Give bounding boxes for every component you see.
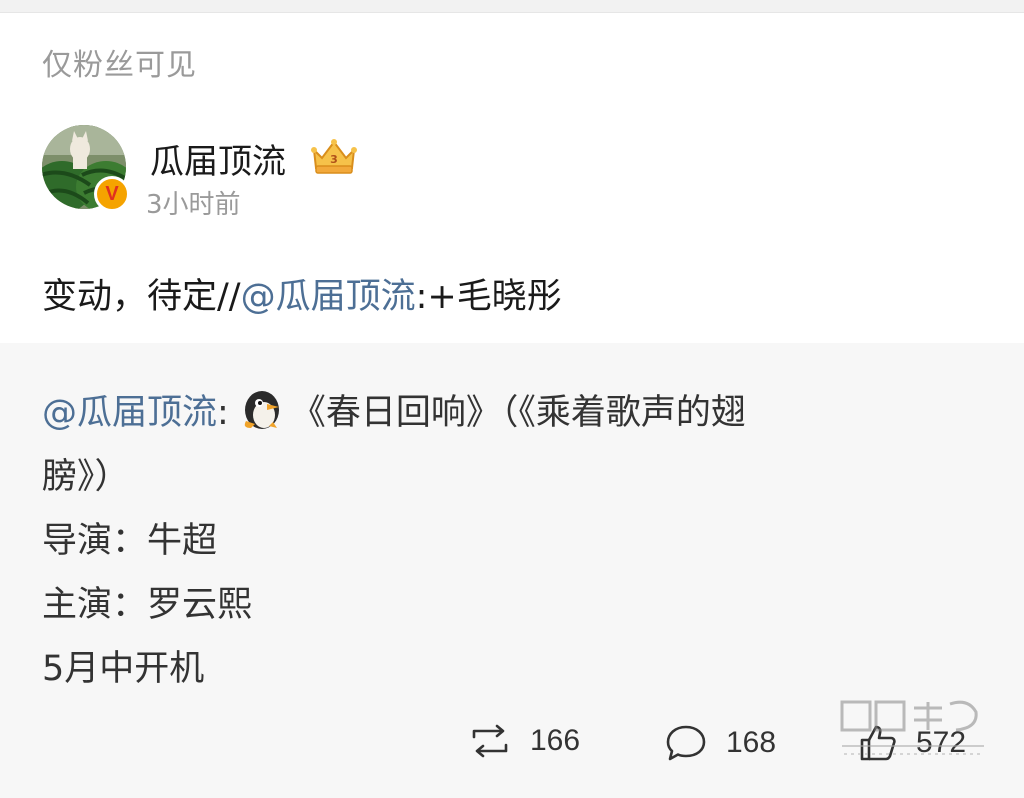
comment-button[interactable]: 168 [664,723,776,763]
author-header: V 瓜届顶流 3 3小时前 [42,122,642,222]
verified-badge-icon: V [94,176,130,212]
post-mention-link[interactable]: @瓜届顶流 [241,277,416,317]
crown-badge-icon[interactable]: 3 [308,136,360,176]
post-text-suffix: :+毛晓彤 [415,277,562,317]
visibility-label: 仅粉丝可见 [42,48,197,83]
repost-colon: : [217,393,229,433]
post-time: 3小时前 [146,190,241,220]
repost-title-text: 《春日回响》（《乘着歌声的翅 [290,393,746,433]
top-divider [0,0,1024,13]
post-text-prefix: 变动，待定// [42,277,241,317]
repost-icon [472,724,508,758]
comment-count: 168 [726,726,777,759]
reposted-content[interactable]: @瓜届顶流: 《春日回响》（《乘着歌声的翅 膀》） 导演：牛超 主演：罗云熙 5… [0,343,1024,798]
repost-lead: 主演：罗云熙 [42,585,253,625]
verified-badge-text: V [105,182,119,205]
repost-title-cont: 膀》） [42,457,130,497]
penguin-emoji-icon [244,391,279,429]
repost-mention-link[interactable]: @瓜届顶流 [42,393,217,433]
repost-body: @瓜届顶流: 《春日回响》（《乘着歌声的翅 膀》） 导演：牛超 主演：罗云熙 5… [42,381,942,701]
author-name[interactable]: 瓜届顶流 [150,134,286,183]
repost-button[interactable]: 166 [468,723,580,759]
comment-icon [666,725,706,761]
post-text: 变动，待定//@瓜届顶流:+毛晓彤 [42,268,562,319]
watermark-logo-icon [840,700,984,755]
repost-schedule: 5月中开机 [42,649,205,689]
repost-director: 导演：牛超 [42,521,218,561]
svg-text:3: 3 [330,153,338,166]
repost-title-line: @瓜届顶流: 《春日回响》（《乘着歌声的翅 [42,381,942,445]
repost-count: 166 [530,724,581,757]
